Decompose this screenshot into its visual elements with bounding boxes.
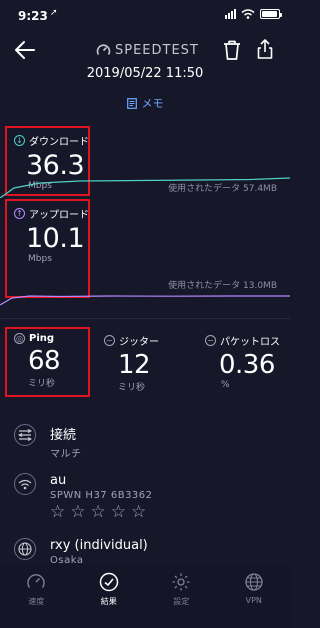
bottom-navigation: 速度 結果 設定 VPN [0,564,290,628]
globe-icon [14,538,36,560]
speedtest-result-screen: 9:23 ➚ SPEEDTEST 2019/05/22 11:50 メモ ↓ ダ… [0,0,290,628]
packet-loss-label: パケットロス [220,337,280,348]
nav-vpn[interactable]: VPN [224,572,284,628]
provider-detail: SPWN H37 6B3362 [50,490,153,501]
jitter-icon: ~ [104,335,115,346]
packet-loss-icon: − [205,335,216,346]
check-circle-icon [99,572,118,592]
provider-name: au [50,473,67,488]
nav-vpn-label: VPN [245,596,262,605]
connection-type: マルチ [50,449,82,460]
rating-star-1[interactable]: ☆ [50,504,65,521]
app-header: SPEEDTEST [0,36,290,66]
speedtest-logo: SPEEDTEST [96,43,199,58]
wifi-icon [241,9,255,19]
provider-row: au SPWN H37 6B3362 ☆ ☆ ☆ ☆ ☆ [14,473,153,521]
cellular-signal-icon [225,9,236,19]
status-bar: 9:23 ➚ [0,0,290,30]
server-name: rxy (individual) [50,538,148,553]
memo-label: メモ [141,97,164,110]
connections-icon [14,424,36,446]
location-arrow-icon: ➚ [50,8,58,18]
logo-text: SPEEDTEST [115,43,199,58]
packet-loss-unit: % [221,380,230,390]
status-time: 9:23 [18,9,48,23]
memo-button[interactable]: メモ [0,95,290,111]
speedometer-icon [27,574,45,588]
jitter-label: ジッター [119,337,159,348]
jitter-metric: ~ ジッター 12 ミリ秒 [104,333,159,393]
rating-star-4[interactable]: ☆ [111,504,126,521]
packet-loss-value: 0.36 [219,350,275,380]
section-divider [0,318,290,319]
back-arrow-icon[interactable] [14,39,36,61]
connection-title: 接続 [50,428,77,443]
jitter-unit: ミリ秒 [118,383,146,393]
ping-highlight-box [5,327,90,397]
settings-gear-icon [172,573,190,591]
server-row: rxy (individual) Osaka [14,538,148,566]
trash-icon[interactable] [222,39,242,61]
rating-star-2[interactable]: ☆ [70,504,85,521]
rating-star-5[interactable]: ☆ [131,504,146,521]
note-icon [126,97,137,109]
share-icon[interactable] [255,38,275,60]
jitter-value: 12 [118,350,151,380]
test-date: 2019/05/22 11:50 [86,66,204,81]
rating-star-3[interactable]: ☆ [91,504,106,521]
upload-graph [0,295,290,306]
wifi-icon [14,473,36,495]
battery-icon [260,9,282,19]
nav-settings-label: 設定 [173,597,190,606]
provider-rating[interactable]: ☆ ☆ ☆ ☆ ☆ [50,504,153,521]
connection-row: 接続 マルチ [14,424,82,460]
speedometer-logo-icon [96,44,111,55]
status-indicators [225,9,282,19]
nav-results-label: 結果 [100,597,117,606]
nav-speed[interactable]: 速度 [6,572,66,628]
packet-loss-metric: − パケットロス 0.36 % [205,333,280,390]
nav-results[interactable]: 結果 [79,572,139,628]
download-graph [0,177,290,198]
vpn-globe-icon [245,573,263,591]
upload-highlight-box [5,199,90,298]
nav-settings[interactable]: 設定 [151,572,211,628]
nav-speed-label: 速度 [28,597,45,606]
